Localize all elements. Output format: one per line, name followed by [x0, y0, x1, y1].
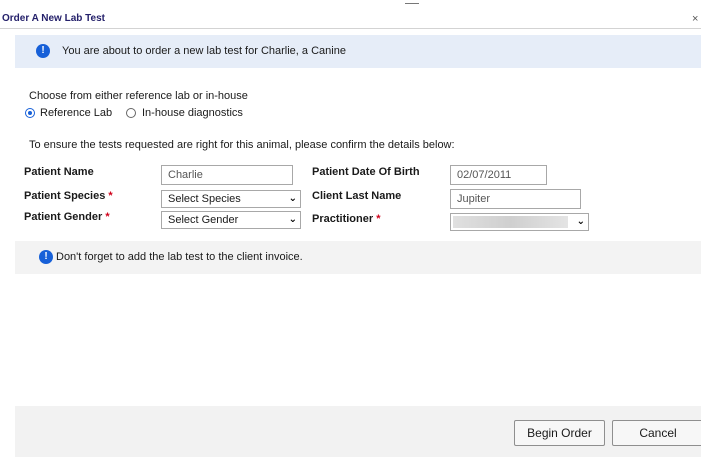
patient-gender-label: Patient Gender *	[24, 211, 110, 223]
chevron-down-icon: ⌄	[288, 214, 297, 225]
practitioner-label-text: Practitioner	[312, 213, 374, 225]
patient-species-label: Patient Species *	[24, 190, 113, 202]
chevron-down-icon: ⌄	[576, 216, 585, 227]
radio-reference-lab[interactable]	[25, 108, 35, 118]
reminder-banner: ! Don't forget to add the lab test to th…	[15, 241, 701, 274]
close-icon[interactable]: ×	[692, 13, 698, 25]
radio-in-house-diagnostics-label[interactable]: In-house diagnostics	[142, 107, 243, 119]
patient-name-input[interactable]	[161, 165, 293, 185]
lab-choice-prompt: Choose from either reference lab or in-h…	[29, 90, 248, 102]
window-top-strip	[0, 0, 701, 6]
info-banner-text: You are about to order a new lab test fo…	[62, 45, 346, 57]
radio-reference-lab-label[interactable]: Reference Lab	[40, 107, 112, 119]
required-marker: *	[105, 211, 110, 223]
patient-species-select-value: Select Species	[168, 193, 241, 205]
client-last-name-input[interactable]	[450, 189, 581, 209]
begin-order-button[interactable]: Begin Order	[514, 420, 605, 446]
cancel-button[interactable]: Cancel	[612, 420, 701, 446]
patient-gender-select[interactable]: Select Gender ⌄	[161, 211, 301, 229]
radio-in-house-diagnostics[interactable]	[126, 108, 136, 118]
window-grip[interactable]	[405, 3, 419, 4]
practitioner-select[interactable]: ⌄	[450, 213, 589, 231]
confirm-instruction: To ensure the tests requested are right …	[29, 139, 455, 151]
chevron-down-icon: ⌄	[288, 193, 297, 204]
patient-species-select[interactable]: Select Species ⌄	[161, 190, 301, 208]
patient-gender-select-value: Select Gender	[168, 214, 239, 226]
required-marker: *	[376, 213, 381, 225]
patient-species-label-text: Patient Species	[24, 190, 106, 202]
patient-dob-input[interactable]	[450, 165, 547, 185]
practitioner-label: Practitioner *	[312, 213, 380, 225]
title-divider	[0, 28, 701, 29]
required-marker: *	[108, 190, 113, 202]
info-banner: ! You are about to order a new lab test …	[15, 35, 701, 68]
patient-name-label: Patient Name	[24, 166, 94, 178]
client-last-name-label: Client Last Name	[312, 190, 402, 202]
info-icon: !	[36, 44, 50, 58]
patient-gender-label-text: Patient Gender	[24, 211, 103, 223]
dialog-footer: Begin Order Cancel	[15, 406, 701, 457]
info-icon: !	[39, 250, 53, 264]
patient-dob-label: Patient Date Of Birth	[312, 166, 420, 178]
reminder-text: Don't forget to add the lab test to the …	[56, 251, 303, 263]
redacted-value	[453, 216, 568, 228]
dialog-title: Order A New Lab Test	[2, 13, 105, 24]
